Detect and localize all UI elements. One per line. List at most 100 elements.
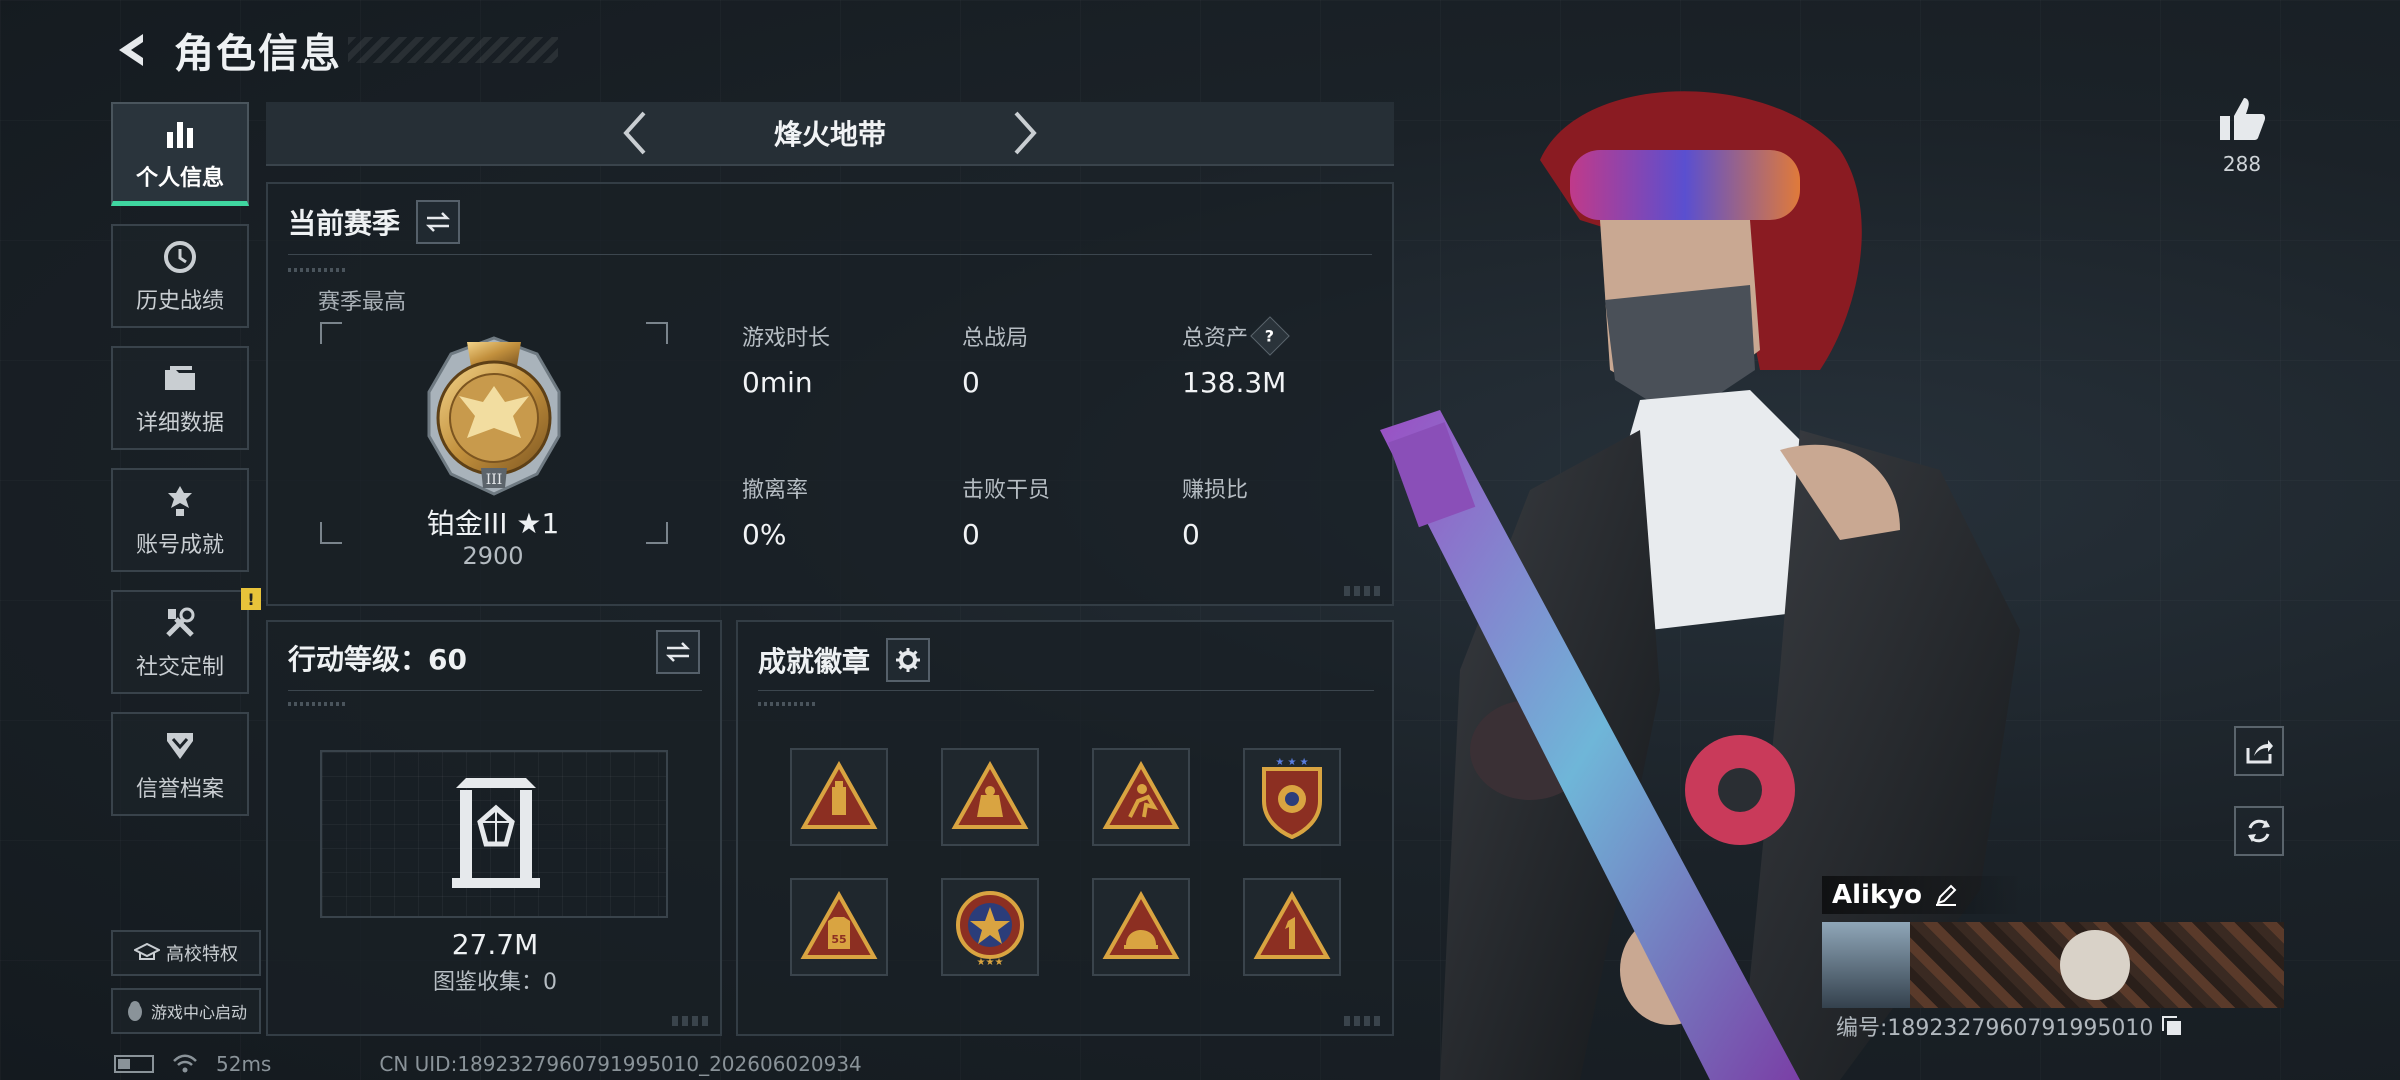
season-panel-head: 当前赛季: [288, 200, 461, 244]
helmet-triangle-badge-icon: [1102, 891, 1180, 959]
panel-corner-decoration: [1344, 1016, 1384, 1026]
profile-banner[interactable]: [1822, 922, 2284, 1008]
frame-corner: [320, 322, 342, 344]
sidebar-item-label: 账号成就: [135, 533, 224, 558]
badges-panel-head: 成就徽章: [758, 638, 931, 682]
season-panel: 当前赛季 赛季最高 III 铂金III ★1 2900 游戏时长 0min 总战…: [266, 182, 1394, 606]
help-icon[interactable]: ?: [1250, 316, 1290, 356]
stat-total-assets: 总资产 ? 138.3M: [1182, 316, 1290, 399]
stat-value: 0: [1182, 518, 1200, 551]
chevron-left-icon: [623, 111, 646, 155]
stat-play-time: 游戏时长 0min: [742, 320, 830, 399]
player-uid-row: 编号:1892327960791995010: [1836, 1010, 2183, 1042]
game-center-button[interactable]: 游戏中心启动: [111, 988, 261, 1034]
platinum-rank-emblem-icon: III: [427, 336, 561, 496]
mode-prev-button[interactable]: [610, 103, 660, 163]
divider-decoration: [288, 268, 348, 272]
stat-label: 游戏时长: [742, 326, 831, 351]
divider-decoration: [758, 702, 818, 706]
stat-extraction-rate: 撤离率 0%: [742, 472, 808, 551]
badge-slot[interactable]: [1092, 748, 1190, 846]
sidebar-item-label: 详细数据: [135, 411, 224, 436]
wifi-icon: [173, 1054, 197, 1073]
ping-value: 52ms: [216, 1052, 272, 1076]
history-icon: [160, 237, 200, 277]
edit-icon[interactable]: [1934, 883, 1958, 907]
collection-caption: 图鉴收集：0: [433, 970, 557, 995]
like-button[interactable]: 288: [2212, 96, 2272, 176]
bag-triangle-badge-icon: [951, 761, 1029, 829]
season-switch-button[interactable]: [416, 200, 461, 244]
sidebar-item-detailed-data[interactable]: 详细数据: [111, 346, 249, 450]
title-decoration: [348, 37, 558, 63]
folder-icon: [160, 359, 200, 399]
action-level-title: 行动等级：60: [288, 643, 467, 676]
divider: [288, 690, 702, 691]
sidebar-item-credit-file[interactable]: 信誉档案: [111, 712, 249, 816]
share-icon: [2246, 740, 2273, 764]
refresh-button[interactable]: [2234, 806, 2284, 856]
badge-slot[interactable]: ★★★: [941, 878, 1039, 976]
divider: [758, 690, 1374, 691]
credit-icon: [160, 725, 200, 765]
back-button[interactable]: [110, 27, 156, 73]
badge-slot[interactable]: [1092, 878, 1190, 976]
stat-value: 0: [962, 518, 980, 551]
badge-slot[interactable]: [941, 748, 1039, 846]
copy-icon[interactable]: [2161, 1015, 2183, 1037]
stat-label-row: 总资产 ?: [1182, 316, 1290, 356]
stat-total-matches: 总战局 0: [962, 320, 1028, 399]
player-name-row[interactable]: Alikyo: [1822, 876, 2022, 914]
collection-showcase[interactable]: [320, 750, 668, 918]
mode-selector: 烽火地带: [266, 102, 1394, 166]
sidebar-item-personal-info[interactable]: 个人信息: [111, 102, 249, 206]
avatar: [1822, 922, 1910, 1008]
season-title: 当前赛季: [288, 207, 401, 240]
badge-slot[interactable]: 55: [790, 878, 888, 976]
gear-icon: [896, 648, 921, 672]
display-case-icon: [452, 778, 540, 888]
back-arrow-icon: [119, 34, 143, 66]
chevron-right-icon: [1014, 111, 1037, 155]
mortarboard-icon: [134, 943, 160, 960]
stat-value: 0%: [742, 518, 787, 551]
divider-decoration: [288, 702, 348, 706]
share-button[interactable]: [2234, 726, 2284, 776]
stat-value: 0min: [742, 366, 813, 399]
battery-icon: [114, 1055, 154, 1073]
mode-next-button[interactable]: [1000, 103, 1050, 163]
sidebar-item-label: 信誉档案: [135, 777, 224, 802]
sidebar-item-social-custom[interactable]: 社交定制 !: [111, 588, 261, 694]
svg-text:III: III: [486, 472, 503, 488]
stat-label: 撤离率: [742, 478, 809, 503]
campus-privilege-button[interactable]: 高校特权: [111, 930, 261, 976]
player-uid: 编号:1892327960791995010: [1836, 1016, 2154, 1041]
svg-text:55: 55: [831, 933, 846, 946]
bottle-triangle-badge-icon: [800, 761, 878, 829]
banner-image: [1910, 922, 2284, 1008]
badge-slot[interactable]: ★ ★ ★: [1243, 748, 1341, 846]
sidebar-nav: 个人信息 历史战绩 详细数据 账号成就 社交定制 ! 信誉档案: [111, 102, 261, 834]
achievement-icon: [160, 481, 200, 521]
game-center-label: 游戏中心启动: [150, 1003, 247, 1022]
stat-profit-loss-ratio: 赚损比 0: [1182, 472, 1248, 551]
sidebar-item-label: 历史战绩: [135, 289, 224, 314]
swap-icon: [665, 642, 691, 662]
vest-55-triangle-badge-icon: 55: [800, 891, 878, 959]
sidebar-item-history[interactable]: 历史战绩: [111, 224, 249, 328]
sidebar-item-achievements[interactable]: 账号成就: [111, 468, 249, 572]
page-title: 角色信息: [174, 31, 342, 77]
refresh-icon: [2248, 819, 2270, 843]
mode-name: 烽火地带: [773, 118, 886, 151]
cn-uid: CN UID:1892327960791995010_202606020934: [379, 1052, 862, 1076]
campus-privilege-label: 高校特权: [166, 944, 238, 965]
stat-label: 击败干员: [962, 478, 1051, 503]
rank-score: 2900: [462, 542, 524, 570]
runner-triangle-badge-icon: [1102, 761, 1180, 829]
badges-settings-button[interactable]: [886, 638, 931, 682]
panel-corner-decoration: [1344, 586, 1384, 596]
level-switch-button[interactable]: [656, 630, 700, 674]
badge-slot[interactable]: [1243, 878, 1341, 976]
banner-figure: [2060, 930, 2130, 1000]
badge-slot[interactable]: [790, 748, 888, 846]
